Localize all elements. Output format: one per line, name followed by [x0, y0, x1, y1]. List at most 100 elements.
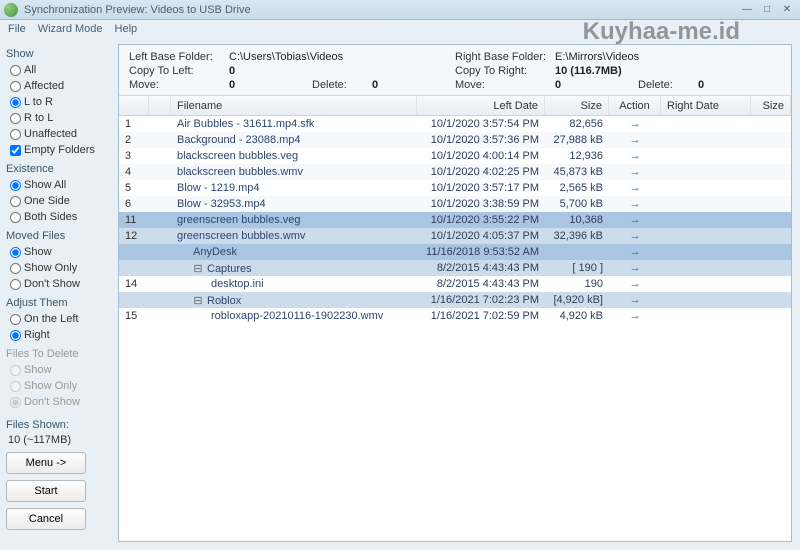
existence-oneside[interactable]: One Side — [6, 194, 112, 208]
table-row[interactable]: 6Blow - 32953.mp410/1/2020 3:38:59 PM5,7… — [119, 196, 791, 212]
table-row[interactable]: 2 Background - 23088.mp410/1/2020 3:57:36… — [119, 132, 791, 148]
th-rightdate[interactable]: Right Date — [661, 96, 751, 115]
move-right-label: Move: — [455, 79, 555, 91]
cancel-button[interactable]: Cancel — [6, 508, 86, 530]
row-number: 4 — [119, 166, 149, 178]
table-row[interactable]: ⊟Roblox1/16/2021 7:02:23 PM[4,920 kB]→ — [119, 292, 791, 308]
table-rows[interactable]: 1Air Bubbles - 31611.mp4.sfk10/1/2020 3:… — [119, 116, 791, 541]
maximize-button[interactable]: □ — [758, 3, 776, 17]
th-filename[interactable]: Filename — [171, 96, 417, 115]
filename: Air Bubbles - 31611.mp4.sfk — [171, 118, 417, 130]
action-arrow-icon[interactable]: → — [609, 134, 661, 146]
right-folder: E:\Mirrors\Videos — [555, 51, 781, 63]
size: 27,988 kB — [545, 134, 609, 146]
show-rtol[interactable]: R to L — [6, 111, 112, 125]
action-arrow-icon[interactable]: → — [609, 294, 661, 306]
size: 32,396 kB — [545, 230, 609, 242]
copy-left-value: 0 — [229, 65, 455, 77]
table-row[interactable]: 15robloxapp-20210116-1902230.wmv1/16/202… — [119, 308, 791, 324]
summary-right: Right Base Folder: E:\Mirrors\Videos Cop… — [455, 51, 781, 91]
action-arrow-icon[interactable]: → — [609, 150, 661, 162]
size: 190 — [545, 278, 609, 290]
minimize-button[interactable]: — — [738, 3, 756, 17]
move-right-value: 0 — [555, 79, 638, 91]
summary-left: Left Base Folder: C:\Users\Tobias\Videos… — [129, 51, 455, 91]
menu-help[interactable]: Help — [109, 21, 144, 37]
adjust-left[interactable]: On the Left — [6, 312, 112, 326]
moved-showonly[interactable]: Show Only — [6, 261, 112, 275]
table-row[interactable]: ⊟Captures8/2/2015 4:43:43 PM[ 190 ]→ — [119, 260, 791, 276]
action-arrow-icon[interactable]: → — [609, 278, 661, 290]
show-ltor[interactable]: L to R — [6, 95, 112, 109]
th-num[interactable] — [119, 96, 149, 115]
filename: Background - 23088.mp4 — [171, 134, 417, 146]
show-affected[interactable]: Affected — [6, 79, 112, 93]
menu-file[interactable]: File — [2, 21, 32, 37]
left-date: 11/16/2018 9:53:52 AM — [417, 246, 545, 258]
menu-wizard[interactable]: Wizard Mode — [32, 21, 109, 37]
row-number: 15 — [119, 310, 149, 322]
table-row[interactable]: 1Air Bubbles - 31611.mp4.sfk10/1/2020 3:… — [119, 116, 791, 132]
right-folder-label: Right Base Folder: — [455, 51, 555, 63]
left-date: 10/1/2020 3:57:36 PM — [417, 134, 545, 146]
del-left-value: 0 — [372, 79, 455, 91]
moved-dont[interactable]: Don't Show — [6, 277, 112, 291]
table-row[interactable]: AnyDesk11/16/2018 9:53:52 AM→ — [119, 244, 791, 260]
th-leftdate[interactable]: Left Date — [417, 96, 545, 115]
th-action[interactable]: Action — [609, 96, 661, 115]
table-row[interactable]: 4blackscreen bubbles.wmv10/1/2020 4:02:2… — [119, 164, 791, 180]
adjust-title: Adjust Them — [6, 297, 112, 309]
copy-left-label: Copy To Left: — [129, 65, 229, 77]
action-arrow-icon[interactable]: → — [609, 182, 661, 194]
table-row[interactable]: 14desktop.ini8/2/2015 4:43:43 PM190→ — [119, 276, 791, 292]
row-number: 2 — [119, 134, 149, 146]
files-shown-value: 10 (~117MB) — [6, 434, 112, 446]
show-all[interactable]: All — [6, 63, 112, 77]
row-number: 5 — [119, 182, 149, 194]
size: 12,936 — [545, 150, 609, 162]
adjust-right[interactable]: Right — [6, 328, 112, 342]
left-date: 10/1/2020 4:00:14 PM — [417, 150, 545, 162]
size: 5,700 kB — [545, 198, 609, 210]
filename: desktop.ini — [171, 278, 417, 290]
show-unaffected[interactable]: Unaffected — [6, 127, 112, 141]
start-button[interactable]: Start — [6, 480, 86, 502]
table-row[interactable]: 5Blow - 1219.mp410/1/2020 3:57:17 PM2,56… — [119, 180, 791, 196]
th-icon[interactable] — [149, 96, 171, 115]
action-arrow-icon[interactable]: → — [609, 198, 661, 210]
existence-showall[interactable]: Show All — [6, 178, 112, 192]
row-number: 12 — [119, 230, 149, 242]
show-group-title: Show — [6, 48, 112, 60]
table-row[interactable]: 12greenscreen bubbles.wmv10/1/2020 4:05:… — [119, 228, 791, 244]
left-date: 8/2/2015 4:43:43 PM — [417, 262, 545, 274]
copy-right-label: Copy To Right: — [455, 65, 555, 77]
menu-button[interactable]: Menu -> — [6, 452, 86, 474]
titlebar: Synchronization Preview: Videos to USB D… — [0, 0, 800, 20]
sidebar: Show All Affected L to R R to L Unaffect… — [0, 38, 118, 550]
left-date: 10/1/2020 3:57:54 PM — [417, 118, 545, 130]
action-arrow-icon[interactable]: → — [609, 262, 661, 274]
action-arrow-icon[interactable]: → — [609, 246, 661, 258]
action-arrow-icon[interactable]: → — [609, 166, 661, 178]
table-row[interactable]: 3blackscreen bubbles.veg10/1/2020 4:00:1… — [119, 148, 791, 164]
action-arrow-icon[interactable]: → — [609, 310, 661, 322]
table-header: Filename Left Date Size Action Right Dat… — [119, 96, 791, 116]
close-button[interactable]: ✕ — [778, 3, 796, 17]
content: Show All Affected L to R R to L Unaffect… — [0, 38, 800, 550]
action-arrow-icon[interactable]: → — [609, 214, 661, 226]
tree-toggle-icon[interactable]: ⊟ — [193, 262, 203, 275]
tree-toggle-icon[interactable]: ⊟ — [193, 294, 203, 307]
action-arrow-icon[interactable]: → — [609, 230, 661, 242]
existence-both[interactable]: Both Sides — [6, 210, 112, 224]
table-row[interactable]: 11greenscreen bubbles.veg10/1/2020 3:55:… — [119, 212, 791, 228]
th-rsize[interactable]: Size — [751, 96, 791, 115]
left-date: 10/1/2020 4:05:37 PM — [417, 230, 545, 242]
filename: Blow - 1219.mp4 — [171, 182, 417, 194]
summary: Left Base Folder: C:\Users\Tobias\Videos… — [119, 45, 791, 96]
empty-folders[interactable]: Empty Folders — [6, 143, 112, 157]
action-arrow-icon[interactable]: → — [609, 118, 661, 130]
filename: greenscreen bubbles.veg — [171, 214, 417, 226]
size: 2,565 kB — [545, 182, 609, 194]
moved-show[interactable]: Show — [6, 245, 112, 259]
th-size[interactable]: Size — [545, 96, 609, 115]
